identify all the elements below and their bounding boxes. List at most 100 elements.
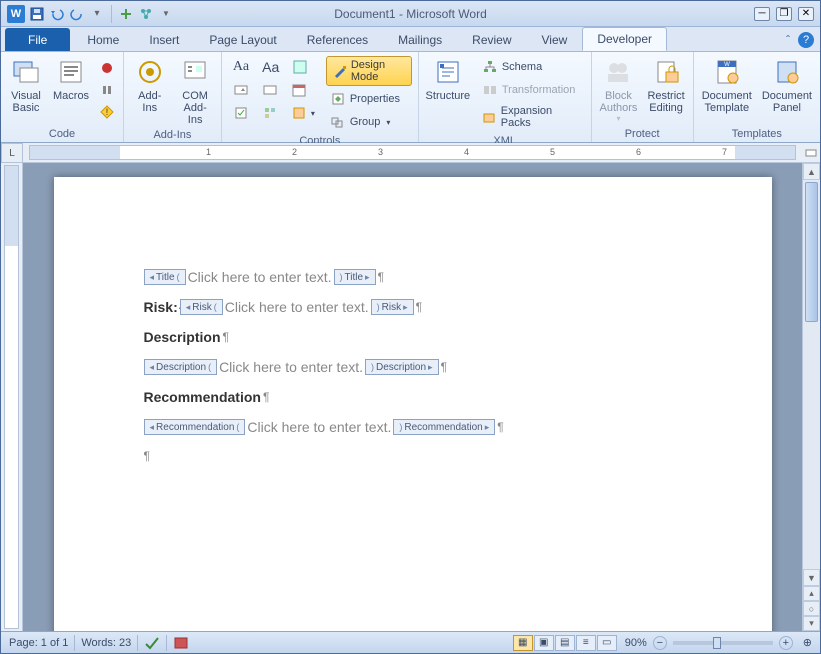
tab-insert[interactable]: Insert <box>134 28 194 51</box>
proofing-icon[interactable] <box>144 636 160 650</box>
tab-selector-button[interactable]: L <box>1 143 23 163</box>
document-panel-button[interactable]: Document Panel <box>758 54 816 116</box>
restore-button[interactable]: ❐ <box>776 7 792 21</box>
web-layout-view-button[interactable]: ▤ <box>555 635 575 651</box>
page-status[interactable]: Page: 1 of 1 <box>9 637 68 649</box>
properties-button[interactable]: Properties <box>326 89 412 109</box>
minimize-button[interactable]: ─ <box>754 7 770 21</box>
visual-basic-button[interactable]: Visual Basic <box>5 54 47 116</box>
qat-dropdown-icon[interactable]: ▼ <box>158 6 174 22</box>
save-icon[interactable] <box>29 6 45 22</box>
outline-view-button[interactable]: ≡ <box>576 635 596 651</box>
view-buttons: ▦ ▣ ▤ ≡ ▭ <box>513 635 617 651</box>
title-tag-start[interactable]: ◂Title( <box>144 269 186 285</box>
group-button[interactable]: Group▾ <box>326 112 412 132</box>
zoom-slider-thumb[interactable] <box>713 637 721 649</box>
tab-developer[interactable]: Developer <box>582 27 667 51</box>
scroll-track[interactable] <box>803 180 820 569</box>
tab-references[interactable]: References <box>292 28 383 51</box>
risk-placeholder[interactable]: Click here to enter text. <box>223 299 371 315</box>
combo-box-control-button[interactable] <box>229 80 253 100</box>
qat-extra2-icon[interactable] <box>138 6 154 22</box>
zoom-out-button[interactable]: − <box>653 636 667 650</box>
description-placeholder[interactable]: Click here to enter text. <box>217 359 365 375</box>
browse-object-button[interactable]: ○ <box>803 601 820 616</box>
redo-icon[interactable] <box>69 6 85 22</box>
recommendation-placeholder[interactable]: Click here to enter text. <box>245 419 393 435</box>
expansion-packs-button[interactable]: Expansion Packs <box>478 103 584 131</box>
prev-page-button[interactable]: ▴ <box>803 586 820 601</box>
zoom-slider[interactable] <box>673 641 773 645</box>
doc-panel-icon <box>771 56 803 88</box>
tab-view[interactable]: View <box>527 28 583 51</box>
legacy-tools-button[interactable]: ▾ <box>287 103 319 123</box>
title-placeholder[interactable]: Click here to enter text. <box>186 269 334 285</box>
desc-tag-end[interactable]: )Description▸ <box>365 359 439 375</box>
pilcrow: ¶ <box>263 390 269 404</box>
rec-tag-end[interactable]: )Recommendation▸ <box>393 419 495 435</box>
word-icon[interactable]: W <box>7 5 25 23</box>
check-box-control-button[interactable] <box>229 103 253 123</box>
scroll-down-button[interactable]: ▼ <box>803 569 820 586</box>
tab-page-layout[interactable]: Page Layout <box>194 28 291 51</box>
block-authors-button[interactable]: Block Authors ▾ <box>596 54 642 125</box>
tab-file[interactable]: File <box>5 28 70 51</box>
zoom-level[interactable]: 90% <box>625 637 647 649</box>
date-picker-control-button[interactable] <box>287 80 311 100</box>
qat-extra1-icon[interactable] <box>118 6 134 22</box>
vertical-ruler[interactable] <box>1 163 23 631</box>
schema-icon <box>482 59 498 75</box>
scroll-thumb[interactable] <box>805 182 818 322</box>
tab-home[interactable]: Home <box>72 28 134 51</box>
zoom-fit-button[interactable]: ⊕ <box>803 636 812 649</box>
help-icon[interactable]: ? <box>798 32 814 48</box>
macro-status-icon[interactable] <box>173 636 189 650</box>
draft-view-button[interactable]: ▭ <box>597 635 617 651</box>
desc-tag-start[interactable]: ◂Description( <box>144 359 218 375</box>
tab-review[interactable]: Review <box>457 28 526 51</box>
horizontal-ruler[interactable]: 1 2 3 4 5 6 7 <box>29 145 796 160</box>
building-block-control-button[interactable] <box>258 103 282 123</box>
desc-tag-start-label: Description <box>156 362 206 373</box>
design-mode-button[interactable]: Design Mode <box>326 56 412 86</box>
macro-security-button[interactable]: ! <box>95 102 119 122</box>
dropdown-icon <box>262 82 278 98</box>
drop-down-control-button[interactable] <box>258 80 282 100</box>
zoom-in-button[interactable]: + <box>779 636 793 650</box>
rec-tag-start[interactable]: ◂Recommendation( <box>144 419 246 435</box>
restrict-editing-button[interactable]: Restrict Editing <box>643 54 688 116</box>
ribbon-minimize-icon[interactable]: ˆ <box>786 33 790 47</box>
undo-icon[interactable] <box>49 6 65 22</box>
plain-text-control-button[interactable]: Aa <box>258 57 283 77</box>
document-template-button[interactable]: W Document Template <box>698 54 756 116</box>
document-area[interactable]: ◂Title( Click here to enter text. )Title… <box>23 163 802 631</box>
full-screen-view-button[interactable]: ▣ <box>534 635 554 651</box>
picture-control-button[interactable] <box>288 57 312 77</box>
rich-text-control-button[interactable]: Aa <box>229 57 253 77</box>
structure-button[interactable]: Structure <box>423 54 473 104</box>
title-sep: - <box>399 7 406 21</box>
com-add-ins-button[interactable]: COM Add-Ins <box>173 54 216 128</box>
record-macro-button[interactable] <box>95 58 119 78</box>
risk-tag-start[interactable]: ◂Risk( <box>180 299 223 315</box>
ruler-toggle-button[interactable] <box>802 143 820 162</box>
print-layout-view-button[interactable]: ▦ <box>513 635 533 651</box>
page[interactable]: ◂Title( Click here to enter text. )Title… <box>54 177 772 631</box>
close-button[interactable]: ✕ <box>798 7 814 21</box>
schema-button[interactable]: Schema <box>478 57 584 77</box>
status-bar: Page: 1 of 1 Words: 23 ▦ ▣ ▤ ≡ ▭ 90% − +… <box>1 631 820 653</box>
svg-text:W: W <box>724 62 730 68</box>
pilcrow: ¶ <box>378 270 384 284</box>
macros-button[interactable]: Macros <box>49 54 93 104</box>
qat-customize-icon[interactable]: ▾ <box>89 6 105 22</box>
pause-recording-button[interactable] <box>95 80 119 100</box>
tab-mailings[interactable]: Mailings <box>383 28 457 51</box>
title-tag-start-label: Title <box>156 272 175 283</box>
word-count[interactable]: Words: 23 <box>81 637 131 649</box>
block-authors-icon <box>602 56 634 88</box>
scroll-up-button[interactable]: ▲ <box>803 163 820 180</box>
risk-tag-end[interactable]: )Risk▸ <box>371 299 414 315</box>
next-page-button[interactable]: ▾ <box>803 616 820 631</box>
title-tag-end[interactable]: )Title▸ <box>334 269 376 285</box>
add-ins-button[interactable]: Add-Ins <box>128 54 171 116</box>
